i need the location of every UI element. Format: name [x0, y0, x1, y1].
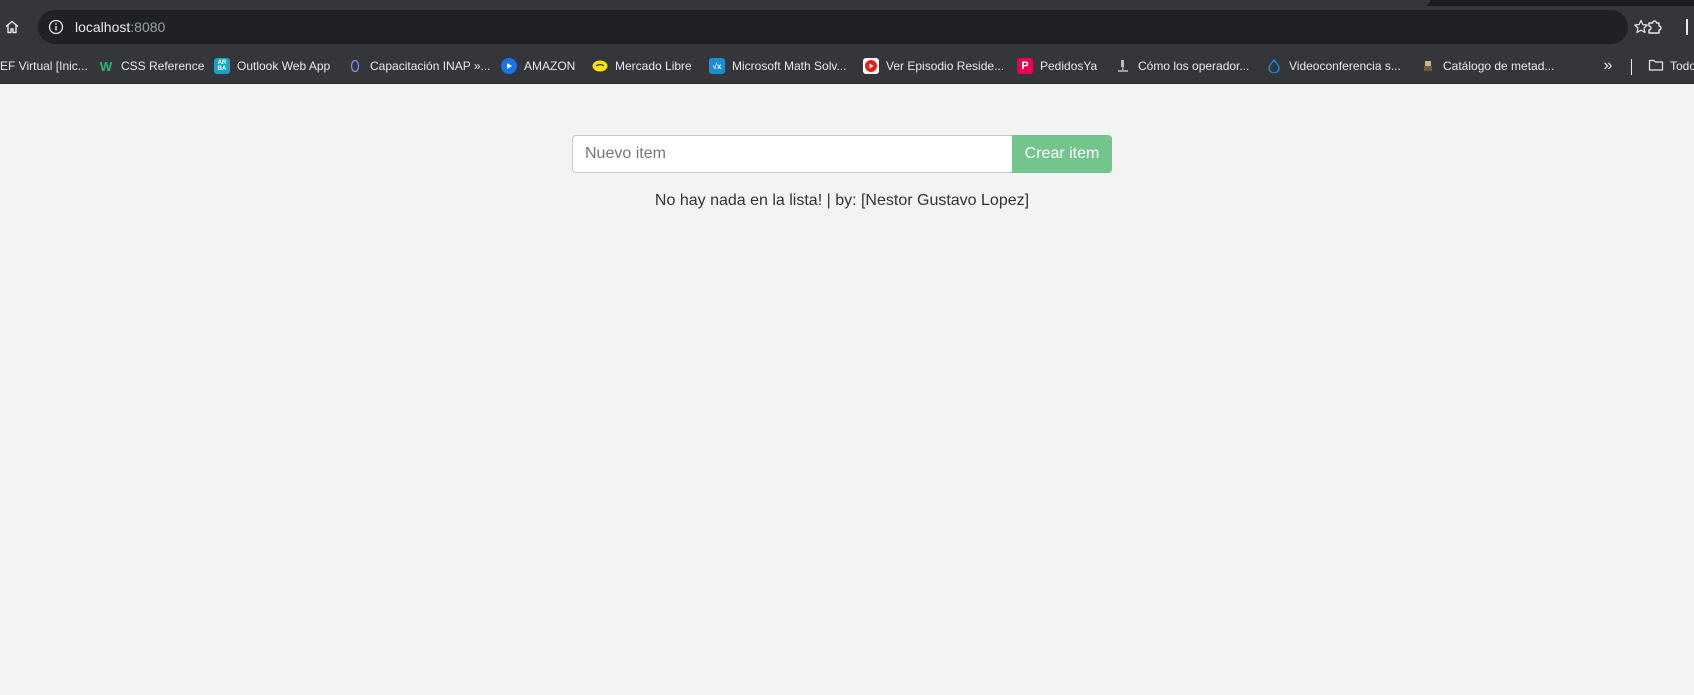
- drupal-icon: [1266, 58, 1282, 74]
- bookmark-label: Outlook Web App: [237, 59, 331, 73]
- bookmark-item[interactable]: Mercado Libre: [592, 55, 692, 77]
- bookmark-item[interactable]: Catálogo de metad...: [1420, 55, 1554, 77]
- bookmark-item[interactable]: Videoconferencia s...: [1266, 55, 1401, 77]
- folder-label: Todo: [1670, 59, 1694, 73]
- site-info-icon[interactable]: [46, 17, 66, 37]
- bookmark-item[interactable]: √x Microsoft Math Solv...: [709, 55, 846, 77]
- bookmarks-divider: [1631, 59, 1632, 75]
- empty-list-message: No hay nada en la lista! | by: [Nestor G…: [654, 192, 1030, 209]
- mercado-libre-icon: [592, 58, 608, 74]
- new-item-input[interactable]: [572, 135, 1012, 173]
- youtube-icon: [863, 58, 879, 74]
- bookmark-label: Mercado Libre: [615, 59, 692, 73]
- overflow-chevrons-icon: »: [1603, 57, 1613, 74]
- new-item-form: Crear item: [572, 135, 1112, 173]
- bookmark-label: CSS Reference: [121, 59, 205, 73]
- folder-icon: [1648, 58, 1664, 75]
- bookmark-item[interactable]: AMAZON: [501, 55, 575, 77]
- all-bookmarks-folder[interactable]: Todo: [1648, 55, 1694, 77]
- url-port: :8080: [130, 19, 166, 35]
- outlook-icon: AR BA: [214, 58, 230, 74]
- bookmark-item[interactable]: EF Virtual [Inic...: [0, 55, 88, 77]
- catalog-icon: [1420, 58, 1436, 74]
- bookmarks-overflow-button[interactable]: »: [1598, 57, 1618, 75]
- address-bar[interactable]: localhost:8080: [38, 10, 1648, 44]
- bookmark-label: Catálogo de metad...: [1443, 59, 1555, 73]
- browser-toolbar: localhost:8080: [0, 6, 1694, 48]
- bookmark-item[interactable]: Capacitación INAP »...: [347, 55, 491, 77]
- url-text[interactable]: localhost:8080: [75, 19, 165, 35]
- inap-icon: [347, 58, 363, 74]
- microscope-icon: [1115, 58, 1131, 74]
- bookmark-label: Videoconferencia s...: [1289, 59, 1401, 73]
- toolbar-divider: [1686, 19, 1688, 35]
- pedidosya-icon: P: [1017, 58, 1033, 74]
- bookmark-item[interactable]: W CSS Reference: [98, 55, 205, 77]
- bookmark-label: Microsoft Math Solv...: [732, 59, 847, 73]
- page-content: Crear item No hay nada en la lista! | by…: [0, 85, 1694, 695]
- bookmark-label: Cómo los operador...: [1138, 59, 1250, 73]
- bookmark-item[interactable]: Cómo los operador...: [1115, 55, 1249, 77]
- create-item-button[interactable]: Crear item: [1012, 135, 1112, 173]
- bookmark-label: EF Virtual [Inic...: [0, 59, 88, 73]
- bookmark-item[interactable]: P PedidosYa: [1017, 55, 1097, 77]
- extensions-icon[interactable]: [1644, 16, 1666, 38]
- url-host: localhost: [75, 19, 131, 35]
- bookmark-item[interactable]: AR BA Outlook Web App: [214, 55, 330, 77]
- bookmark-label: Ver Episodio Reside...: [886, 59, 1005, 73]
- bookmark-item[interactable]: Ver Episodio Reside...: [863, 55, 1004, 77]
- amazon-play-icon: [501, 58, 517, 74]
- bookmark-label: PedidosYa: [1040, 59, 1098, 73]
- bookmarks-bar: EF Virtual [Inic... W CSS Reference AR BA…: [0, 48, 1694, 84]
- bookmark-label: Capacitación INAP »...: [370, 59, 491, 73]
- home-icon[interactable]: [0, 15, 24, 39]
- math-solver-icon: √x: [709, 58, 725, 74]
- css-reference-icon: W: [99, 58, 113, 74]
- bookmark-label: AMAZON: [524, 59, 576, 73]
